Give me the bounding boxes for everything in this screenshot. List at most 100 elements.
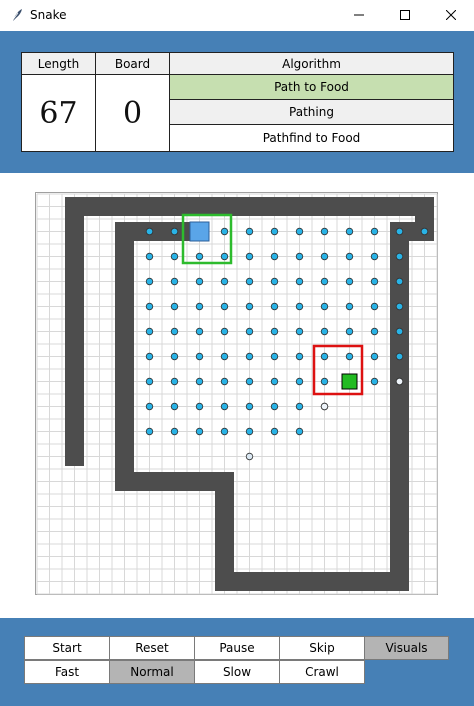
maximize-button[interactable] — [382, 0, 428, 31]
board-header: Board — [96, 53, 170, 75]
path-dot — [270, 402, 279, 411]
stats-table: Length Board 67 0 Algorithm Path to Food… — [21, 52, 454, 152]
normal-button[interactable]: Normal — [109, 660, 195, 684]
path-dot — [295, 402, 304, 411]
path-dot — [345, 302, 354, 311]
path-dot — [195, 252, 204, 261]
path-dot — [320, 302, 329, 311]
path-dot — [245, 402, 254, 411]
close-icon — [446, 10, 456, 20]
path-dot — [320, 402, 329, 411]
fast-button[interactable]: Fast — [24, 660, 110, 684]
minimize-icon — [354, 14, 364, 16]
path-dot — [270, 252, 279, 261]
path-dot — [320, 352, 329, 361]
path-dot — [345, 277, 354, 286]
path-dot — [320, 327, 329, 336]
path-dot — [345, 352, 354, 361]
path-dot — [220, 327, 229, 336]
path-dot — [320, 252, 329, 261]
path-dot — [345, 327, 354, 336]
path-dot — [245, 427, 254, 436]
visuals-button[interactable]: Visuals — [364, 636, 449, 660]
path-dot — [345, 227, 354, 236]
food — [341, 373, 358, 390]
pause-button[interactable]: Pause — [194, 636, 280, 660]
path-dot — [245, 327, 254, 336]
minimize-button[interactable] — [336, 0, 382, 31]
path-dot — [170, 352, 179, 361]
crawl-button[interactable]: Crawl — [279, 660, 365, 684]
path-dot — [245, 252, 254, 261]
path-dot — [195, 402, 204, 411]
path-dot — [395, 252, 404, 261]
path-dot — [270, 302, 279, 311]
maximize-icon — [400, 10, 410, 20]
path-dot — [295, 352, 304, 361]
algorithm-item-pathfind-to-food[interactable]: Pathfind to Food — [170, 125, 453, 150]
start-button[interactable]: Start — [24, 636, 110, 660]
path-dot — [370, 227, 379, 236]
path-dot — [395, 327, 404, 336]
path-dot — [295, 377, 304, 386]
path-dot — [295, 277, 304, 286]
path-dot — [370, 277, 379, 286]
path-dot — [395, 352, 404, 361]
title-bar: Snake — [0, 0, 474, 32]
path-dot — [195, 327, 204, 336]
path-dot — [220, 377, 229, 386]
algorithm-item-pathing[interactable]: Pathing — [170, 100, 453, 125]
path-dot — [145, 277, 154, 286]
path-dot — [395, 302, 404, 311]
path-dot — [195, 427, 204, 436]
path-dot — [220, 402, 229, 411]
path-dot — [295, 252, 304, 261]
path-dot — [145, 327, 154, 336]
control-panel: Start Reset Pause Skip Visuals Fast Norm… — [0, 618, 474, 706]
path-dot — [220, 252, 229, 261]
path-dot — [145, 252, 154, 261]
skip-button[interactable]: Skip — [279, 636, 365, 660]
length-header: Length — [22, 53, 96, 75]
path-dot — [320, 277, 329, 286]
path-dot — [195, 302, 204, 311]
path-dot — [270, 327, 279, 336]
path-dot — [245, 227, 254, 236]
slow-button[interactable]: Slow — [194, 660, 280, 684]
path-dot — [245, 277, 254, 286]
path-dot — [245, 377, 254, 386]
path-dot — [420, 227, 429, 236]
path-dot — [245, 302, 254, 311]
path-dot — [220, 427, 229, 436]
length-value: 67 — [22, 75, 96, 151]
path-dot — [370, 252, 379, 261]
path-dot — [220, 277, 229, 286]
snake-head — [189, 221, 210, 242]
path-dot — [270, 352, 279, 361]
board-value: 0 — [96, 75, 170, 151]
path-dot — [270, 227, 279, 236]
path-dot — [145, 402, 154, 411]
path-dot — [145, 427, 154, 436]
path-dot — [295, 302, 304, 311]
path-dot — [220, 227, 229, 236]
path-dot — [170, 327, 179, 336]
feather-icon — [11, 9, 22, 22]
window-title: Snake — [30, 8, 67, 22]
path-dot — [145, 352, 154, 361]
close-button[interactable] — [428, 0, 474, 31]
path-dot — [220, 302, 229, 311]
path-dot — [245, 352, 254, 361]
path-dot — [170, 252, 179, 261]
algorithm-item-path-to-food[interactable]: Path to Food — [170, 75, 453, 100]
path-dot — [220, 352, 229, 361]
path-dot — [320, 227, 329, 236]
reset-button[interactable]: Reset — [109, 636, 195, 660]
path-dot — [370, 327, 379, 336]
path-dot — [270, 277, 279, 286]
path-dot — [295, 227, 304, 236]
path-dot — [195, 352, 204, 361]
path-dot — [295, 427, 304, 436]
path-dot — [270, 377, 279, 386]
path-dot — [145, 377, 154, 386]
